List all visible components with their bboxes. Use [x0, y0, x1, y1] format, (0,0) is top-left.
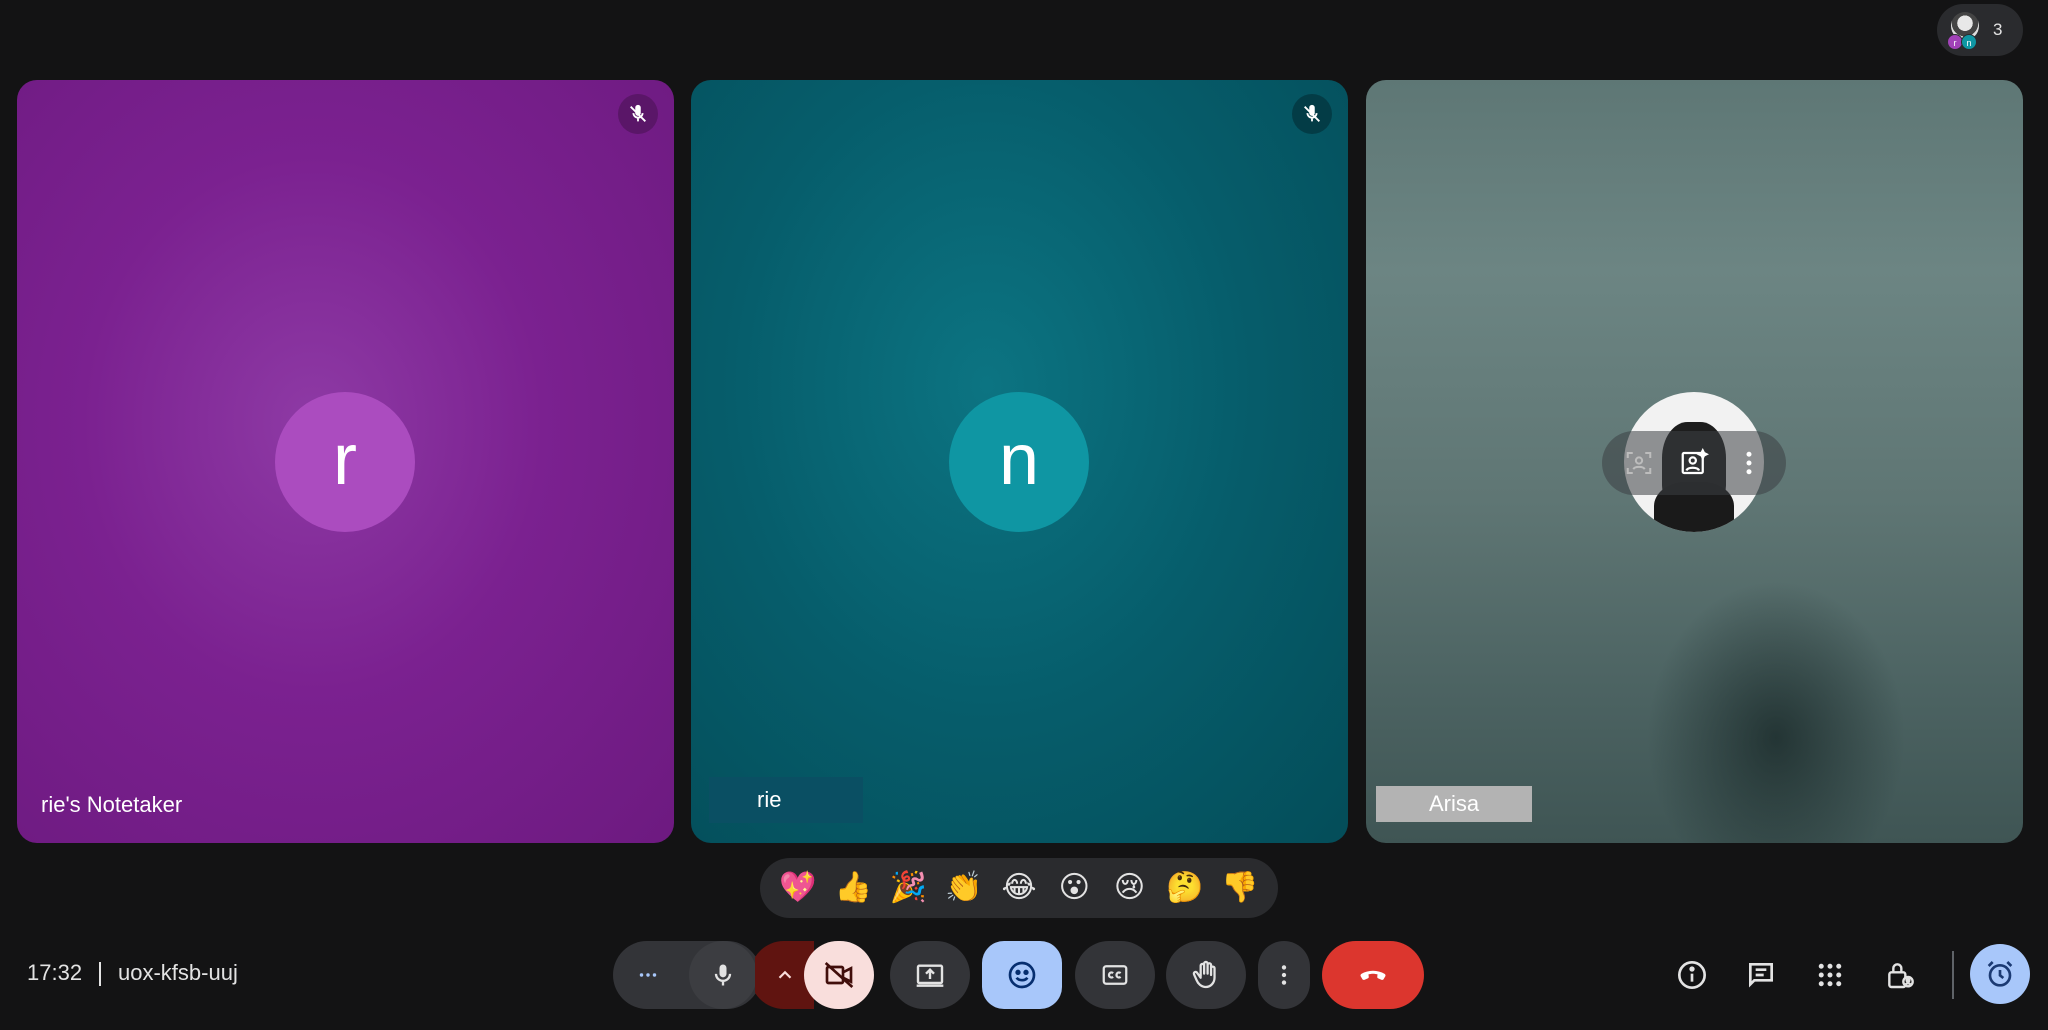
- participant-name: rie's Notetaker: [41, 792, 183, 817]
- reaction-thinking[interactable]: 🤔: [1159, 862, 1211, 914]
- participant-avatar-n: n: [1961, 34, 1977, 50]
- timer-button[interactable]: [1970, 944, 2030, 1004]
- meeting-details-button[interactable]: [1668, 951, 1716, 999]
- more-options-button[interactable]: [1258, 941, 1310, 1009]
- chat-button[interactable]: [1737, 951, 1785, 999]
- chevron-up-icon: [778, 970, 791, 979]
- tile-toolbar: [1602, 431, 1786, 495]
- avatar: n: [949, 392, 1089, 532]
- more-vert-icon: [1281, 965, 1287, 985]
- more-options-icon[interactable]: [1729, 443, 1769, 483]
- lock-person-icon: [1888, 963, 1914, 989]
- leave-call-button[interactable]: [1322, 941, 1424, 1009]
- audio-controls: [613, 941, 761, 1009]
- participant-name: Arisa: [1376, 786, 1532, 822]
- raise-hand-icon: [1192, 960, 1216, 989]
- participants-button[interactable]: r n 3: [1937, 4, 2023, 56]
- participants-count: 3: [1993, 20, 2003, 39]
- phone-hangup-icon: [1360, 970, 1386, 980]
- divider: [99, 962, 101, 986]
- reaction-thumbs-up[interactable]: 👍: [827, 862, 879, 914]
- background-shadow: [1646, 580, 1906, 843]
- reaction-clapping[interactable]: 👏: [938, 862, 990, 914]
- participant-name: rie: [709, 777, 863, 823]
- microphone-button[interactable]: [689, 941, 757, 1009]
- host-controls-button[interactable]: [1876, 951, 1924, 999]
- participant-tile-rie[interactable]: n rie: [691, 80, 1348, 843]
- reaction-laughing[interactable]: 😂: [993, 862, 1045, 914]
- reaction-crying[interactable]: 😢: [1104, 862, 1156, 914]
- reaction-thumbs-down[interactable]: 👎: [1214, 862, 1266, 914]
- camera-controls: [750, 941, 879, 1009]
- reaction-sparkling-heart[interactable]: 💖: [772, 862, 824, 914]
- framing-icon[interactable]: [1619, 443, 1659, 483]
- smile-icon: [1008, 961, 1036, 989]
- camera-toggle-button[interactable]: [804, 941, 874, 1009]
- reactions-button[interactable]: [982, 941, 1062, 1009]
- participant-tile-notetaker[interactable]: r rie's Notetaker: [17, 80, 674, 843]
- participant-tile-arisa[interactable]: Arisa: [1366, 80, 2023, 843]
- reaction-bar: 💖 👍 🎉 👏 😂 😮 😢 🤔 👎: [760, 858, 1278, 918]
- microphone-icon: [714, 964, 732, 986]
- activities-button[interactable]: [1806, 951, 1854, 999]
- closed-captions-icon: [1102, 965, 1128, 985]
- divider: [1952, 951, 1954, 999]
- clock-time: 17:32: [27, 960, 83, 985]
- muted-mic-icon: [1292, 94, 1332, 134]
- meeting-code: uox-kfsb-uuj: [118, 960, 238, 985]
- apps-grid-icon: [1818, 963, 1842, 987]
- raise-hand-button[interactable]: [1166, 941, 1246, 1009]
- present-screen-icon: [916, 964, 944, 987]
- captions-button[interactable]: [1075, 941, 1155, 1009]
- info-icon: [1678, 961, 1706, 989]
- present-screen-button[interactable]: [890, 941, 970, 1009]
- alarm-clock-icon: [1987, 961, 2013, 987]
- visual-effects-icon[interactable]: [1674, 443, 1714, 483]
- muted-mic-icon: [618, 94, 658, 134]
- avatar: r: [275, 392, 415, 532]
- reaction-party-popper[interactable]: 🎉: [883, 862, 935, 914]
- reaction-surprised[interactable]: 😮: [1048, 862, 1100, 914]
- audio-settings-button[interactable]: [617, 941, 679, 1009]
- camera-off-icon: [824, 962, 854, 988]
- chat-icon: [1749, 963, 1773, 988]
